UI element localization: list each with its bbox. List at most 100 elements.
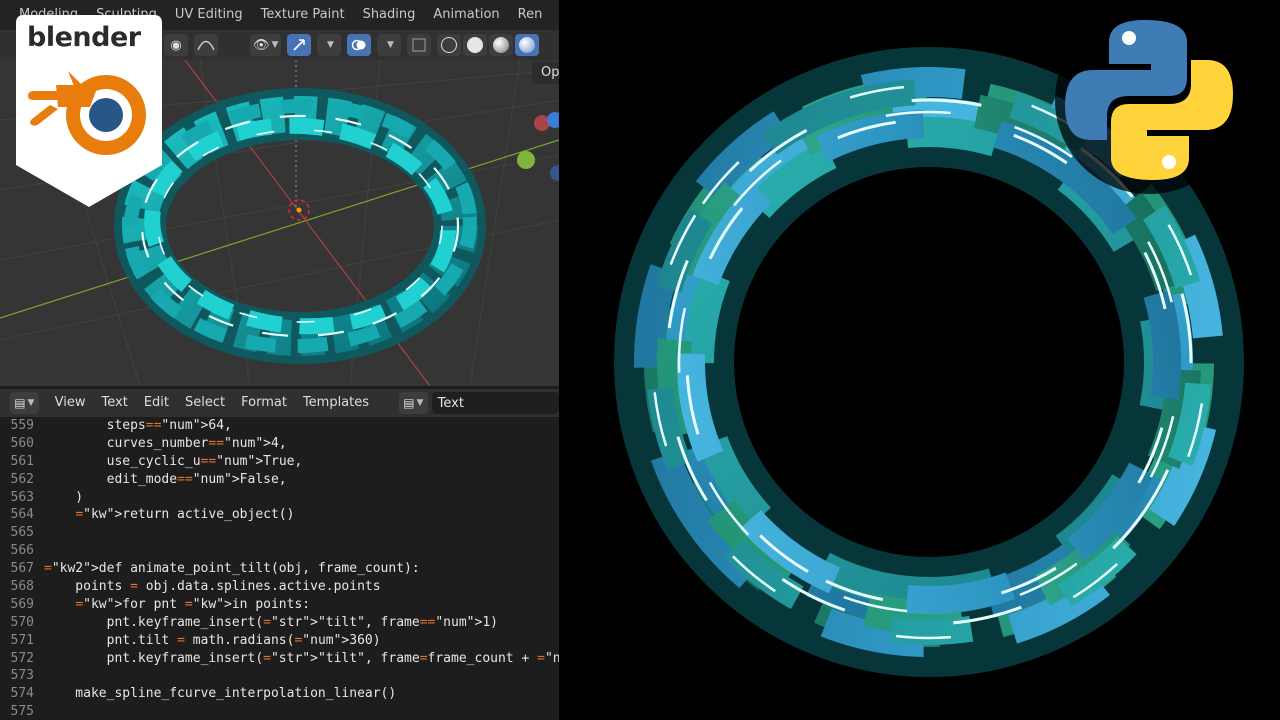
material-shading-button[interactable] <box>489 34 514 56</box>
line-number: 561 <box>10 453 34 469</box>
editor-type-button[interactable]: ▤ ▼ <box>10 392 39 414</box>
code-line: 563 ) <box>0 489 559 507</box>
menu-edit[interactable]: Edit <box>136 389 177 417</box>
rendered-icon <box>519 37 536 53</box>
code-line: 567 ="kw2">def animate_point_tilt(obj, fr… <box>0 560 559 578</box>
render-scene <box>614 6 1244 677</box>
text-editor-menus: View Text Edit Select Format Templates <box>47 389 377 417</box>
shading-modes <box>437 34 540 56</box>
overlays-menu-button[interactable]: ▼ <box>377 34 402 56</box>
code-line: 573 <box>0 667 559 685</box>
gizmo-button[interactable] <box>287 34 312 56</box>
solid-shading-button[interactable] <box>463 34 488 56</box>
line-number: 564 <box>10 507 34 523</box>
code-text: make_spline_fcurve_interpolation_linear(… <box>44 686 397 702</box>
chevron-down-icon: ▼ <box>326 40 334 50</box>
line-number: 566 <box>10 543 34 559</box>
xray-button[interactable] <box>407 34 432 56</box>
line-number: 574 <box>10 686 34 702</box>
line-number: 575 <box>10 704 34 720</box>
code-text: ="kw2">def animate_point_tilt(obj, frame… <box>44 561 420 577</box>
line-number: 563 <box>10 489 34 505</box>
text-browse-button[interactable]: ▤ ▼ <box>399 392 428 414</box>
line-number: 572 <box>10 650 34 666</box>
code-text: ="kw">for pnt ="kw">in points: <box>75 596 311 612</box>
code-text: use_cyclic_u=="num">True, <box>44 453 303 469</box>
code-text: pnt.keyframe_insert(="str">"tilt", frame… <box>44 614 498 630</box>
code-line: 559 steps=="num">64, <box>0 417 559 435</box>
workspace-tab[interactable]: Texture Paint <box>252 0 354 30</box>
line-number: 567 <box>10 561 34 577</box>
code-text: pnt.tilt = math.radians(="num">360) <box>44 632 381 648</box>
wireframe-icon <box>441 37 458 53</box>
line-number: 570 <box>10 614 34 630</box>
menu-view[interactable]: View <box>47 389 94 417</box>
blender-wordmark: blender <box>27 22 141 53</box>
falloff-button[interactable] <box>194 34 218 56</box>
code-line: 561 use_cyclic_u=="num">True, <box>0 453 559 471</box>
blender-window: Modeling Sculpting UV Editing Texture Paint… <box>0 0 559 720</box>
object-origin-icon <box>296 207 302 213</box>
code-text: ="kw">return active_object() <box>75 507 295 523</box>
code-text: steps=="num">64, <box>44 418 232 433</box>
eye-icon: 👁 <box>253 37 270 53</box>
code-text: points = obj.data.splines.active.points <box>44 579 381 595</box>
workspace-tab[interactable]: Ren <box>509 0 552 30</box>
menu-templates[interactable]: Templates <box>295 389 377 417</box>
render-preview <box>559 0 1280 720</box>
menu-format[interactable]: Format <box>233 389 295 417</box>
line-number: 573 <box>10 668 34 684</box>
text-datablock-name: Text <box>437 395 464 411</box>
gizmo-y-icon[interactable] <box>517 151 535 169</box>
code-area[interactable]: 559 steps=="num">64, 560 curves_number=="… <box>0 417 559 720</box>
visibility-button[interactable]: 👁 ▼ <box>250 34 282 56</box>
code-line: 569 ="kw">for pnt ="kw">in points: <box>0 596 559 614</box>
code-line: 571 pnt.tilt = math.radians(="num">360) <box>0 632 559 650</box>
code-line: 564 ="kw">return active_object() <box>0 506 559 524</box>
code-line: 575 <box>0 703 559 720</box>
line-number: 565 <box>10 525 34 541</box>
code-line: 572 pnt.keyframe_insert(="str">"tilt", f… <box>0 650 559 668</box>
workspace-tab[interactable]: Animation <box>424 0 508 30</box>
line-number: 568 <box>10 579 34 595</box>
workspace-tab[interactable]: UV Editing <box>166 0 252 30</box>
overlays-button[interactable] <box>347 34 372 56</box>
menu-select[interactable]: Select <box>177 389 233 417</box>
code-text: ) <box>44 489 84 505</box>
line-number: 569 <box>10 596 34 612</box>
chevron-down-icon: ▼ <box>416 398 424 408</box>
text-editor-header: ▤ ▼ View Text Edit Select Format Templates ▤ ▼ … <box>0 389 559 417</box>
material-icon <box>493 37 510 53</box>
code-line: 568 points = obj.data.splines.active.poi… <box>0 578 559 596</box>
gizmo-icon <box>293 39 306 51</box>
chevron-down-icon: ▼ <box>271 40 279 50</box>
code-line: 566 <box>0 542 559 560</box>
code-line: 560 curves_number=="num">4, <box>0 435 559 453</box>
chevron-down-icon: ▼ <box>386 40 394 50</box>
options-button[interactable]: Op <box>532 62 559 84</box>
text-datablock-field[interactable]: Text <box>431 392 559 414</box>
workspace-tab[interactable]: Shading <box>354 0 425 30</box>
rendered-shading-button[interactable] <box>515 34 540 56</box>
gizmo-neg-z-icon[interactable] <box>550 165 559 181</box>
text-editor-icon: ▤ <box>14 396 26 410</box>
text-datablock-icon: ▤ <box>403 396 415 410</box>
wireframe-shading-button[interactable] <box>437 34 462 56</box>
solid-icon <box>467 37 484 53</box>
proportional-edit-button[interactable]: ◉ <box>164 34 188 56</box>
proportional-icon: ◉ <box>170 37 182 53</box>
chevron-down-icon: ▼ <box>27 398 35 408</box>
code-text: pnt.keyframe_insert(="str">"tilt", frame… <box>44 650 559 666</box>
code-line: 570 pnt.keyframe_insert(="str">"tilt", f… <box>0 614 559 632</box>
menu-text[interactable]: Text <box>94 389 136 417</box>
falloff-curve-icon <box>197 40 215 51</box>
gizmo-menu-button[interactable]: ▼ <box>317 34 342 56</box>
code-line: 562 edit_mode=="num">False, <box>0 471 559 489</box>
code-text: curves_number=="num">4, <box>44 435 287 451</box>
twisted-torus-viewport <box>114 88 486 364</box>
line-number: 571 <box>10 632 34 648</box>
